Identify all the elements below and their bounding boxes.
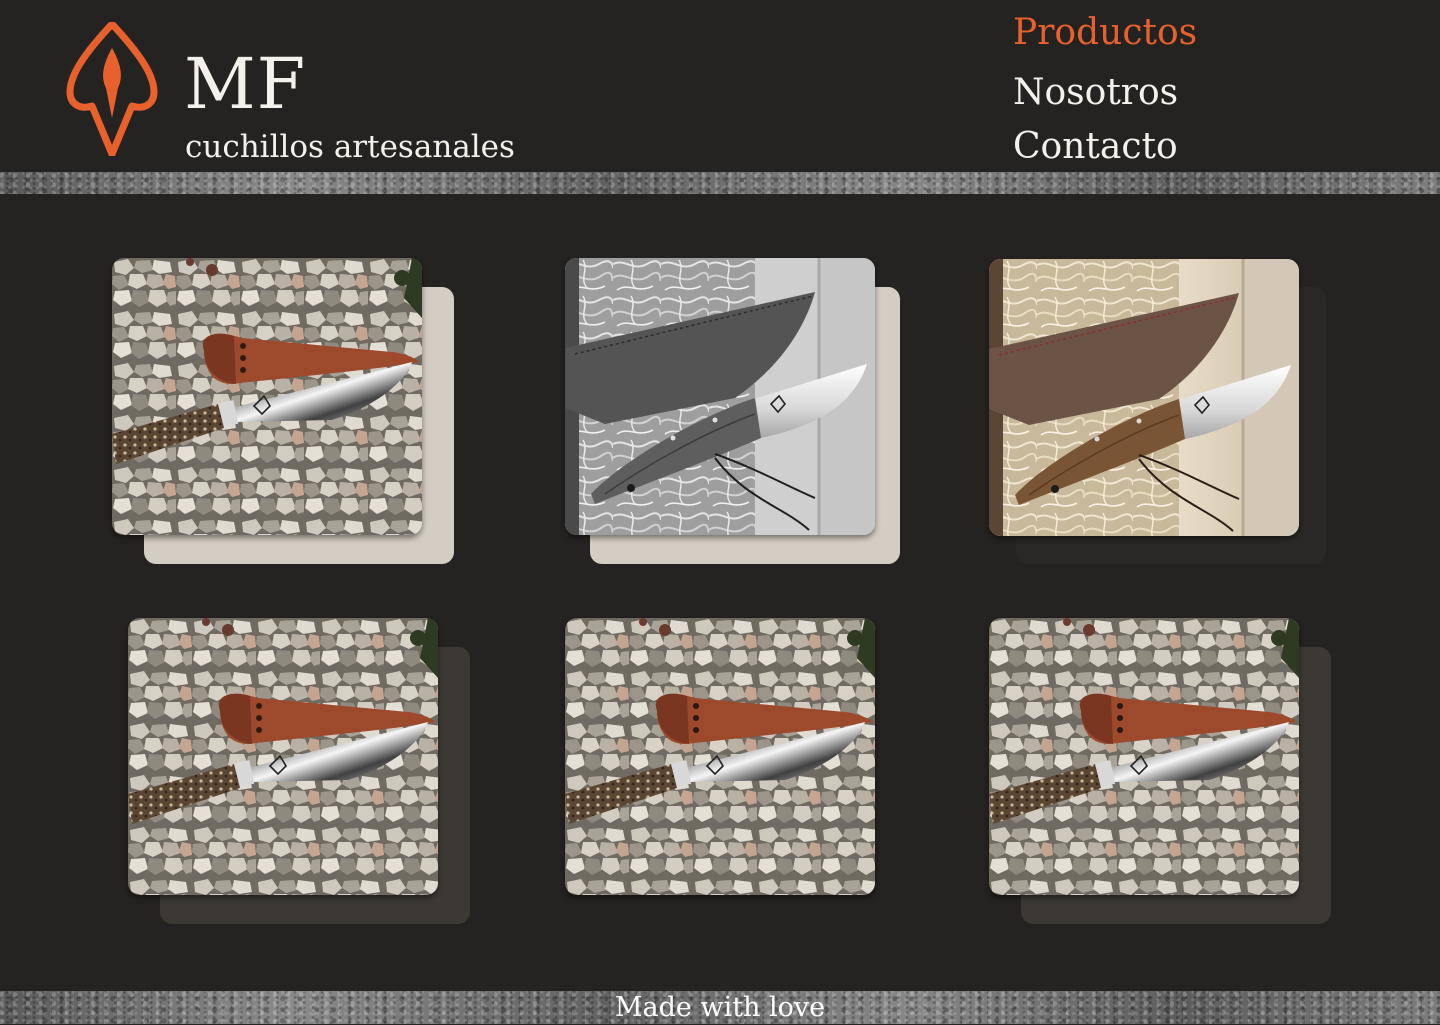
product-card[interactable] xyxy=(112,258,454,564)
nav-link-productos[interactable]: Productos xyxy=(1013,12,1197,53)
nav-link-nosotros[interactable]: Nosotros xyxy=(1013,72,1178,113)
site-header: MF cuchillos artesanales Productos Nosot… xyxy=(0,0,1440,172)
brand-title: MF xyxy=(184,43,307,125)
stone-divider-top xyxy=(0,172,1440,194)
product-card[interactable] xyxy=(989,259,1331,565)
arrowhead-leaf-icon[interactable] xyxy=(66,22,158,156)
product-card[interactable] xyxy=(128,618,470,924)
knife-on-gravel-photo[interactable] xyxy=(112,258,422,535)
knife-on-gravel-photo[interactable] xyxy=(989,618,1299,895)
knife-on-gravel-photo[interactable] xyxy=(128,618,438,895)
knife-in-wooden-box-photo[interactable] xyxy=(989,259,1299,536)
footer-tagline: Made with love xyxy=(614,992,826,1023)
product-card[interactable] xyxy=(989,618,1331,924)
knife-in-wooden-box-photo[interactable] xyxy=(565,258,875,535)
product-card[interactable] xyxy=(565,258,907,564)
nav-link-contacto[interactable]: Contacto xyxy=(1013,126,1178,167)
knife-on-gravel-photo[interactable] xyxy=(565,618,875,895)
product-card[interactable] xyxy=(565,618,907,924)
brand-subtitle: cuchillos artesanales xyxy=(185,129,515,165)
